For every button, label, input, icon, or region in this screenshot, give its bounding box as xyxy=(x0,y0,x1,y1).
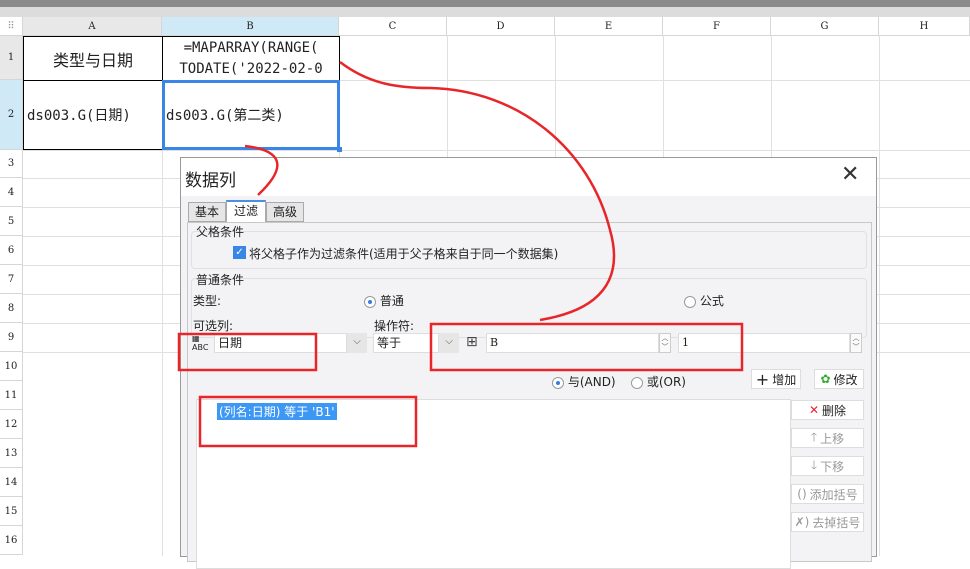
annotation-overlay xyxy=(177,61,744,448)
annotation-box-cell xyxy=(429,322,744,372)
annotation-box-column xyxy=(177,332,318,372)
annotation-box-condition xyxy=(198,395,418,448)
annotation-curve xyxy=(244,144,279,196)
annotation-curve xyxy=(339,61,616,322)
